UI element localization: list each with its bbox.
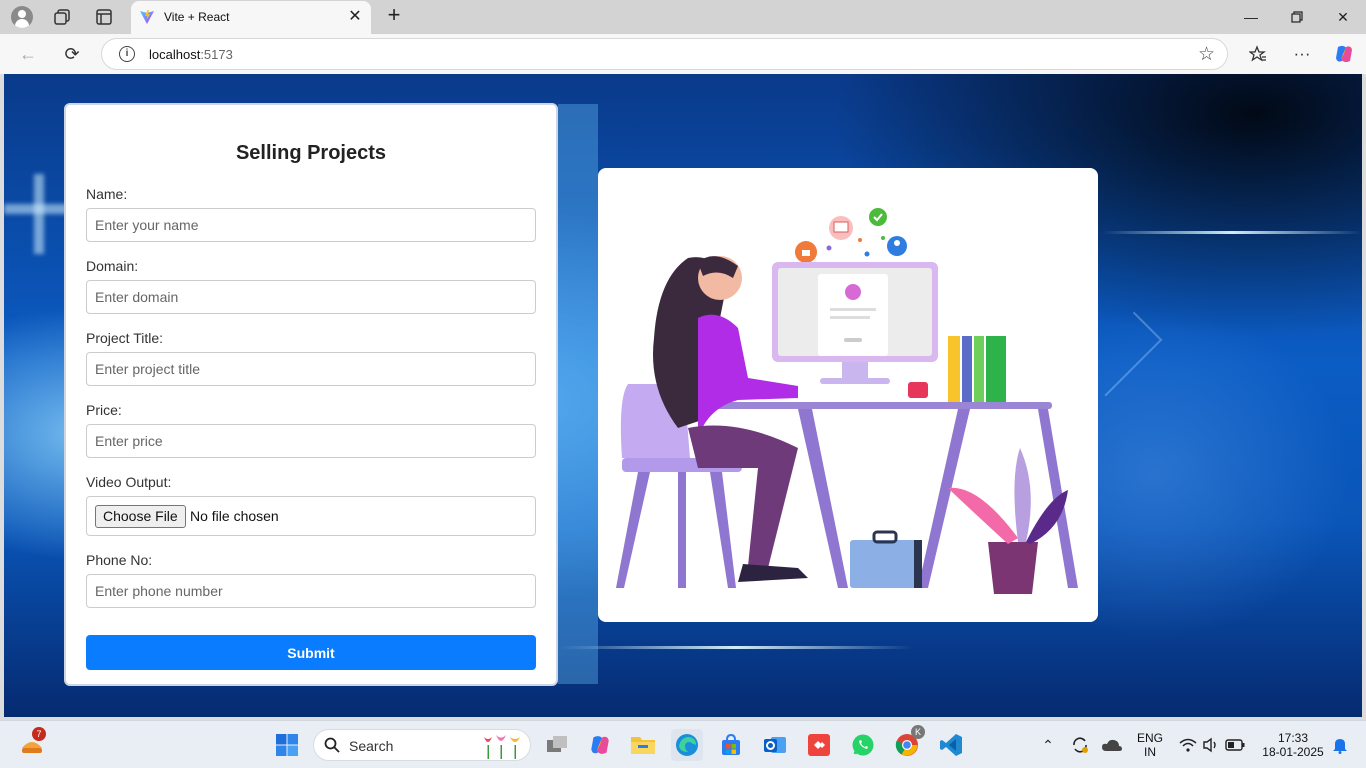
video-output-label: Video Output: — [86, 474, 172, 490]
notification-count-badge: 7 — [32, 727, 46, 741]
choose-file-button[interactable]: Choose File — [95, 505, 186, 528]
clock[interactable]: 17:33 18-01-2025 — [1255, 731, 1331, 759]
search-icon — [324, 737, 340, 753]
url-text[interactable]: localhost:5173 — [149, 47, 233, 62]
video-output-file-field: Choose File No file chosen — [86, 496, 536, 536]
profile-icon[interactable] — [10, 5, 34, 29]
file-explorer-icon[interactable] — [627, 729, 659, 761]
favorites-icon[interactable] — [1245, 42, 1271, 66]
submit-button[interactable]: Submit — [86, 635, 536, 670]
back-arrow-icon[interactable]: ← — [15, 42, 41, 66]
address-bar[interactable]: i localhost:5173 ☆ — [101, 38, 1228, 70]
taskbar-search-box[interactable]: Search — [313, 729, 531, 761]
tab-bar: Vite + React ✕ + — ✕ — [0, 0, 1366, 34]
project-title-label: Project Title: — [86, 330, 164, 346]
close-tab-icon[interactable]: ✕ — [345, 7, 365, 27]
taskbar: 7 Search K ⌃ ENG IN 17:33 18-01-2025 — [0, 720, 1366, 768]
vertical-tabs-icon[interactable] — [92, 5, 116, 29]
minimize-icon[interactable]: — — [1239, 6, 1263, 28]
phone-input[interactable] — [86, 574, 536, 608]
refresh-icon[interactable]: ⟳ — [59, 42, 85, 66]
background-glow-band — [558, 104, 598, 684]
price-label: Price: — [86, 402, 122, 418]
tulips-icon — [484, 735, 520, 759]
tab-title: Vite + React — [164, 10, 230, 24]
background-light-line — [558, 646, 913, 649]
project-title-input[interactable] — [86, 352, 536, 386]
vite-logo-icon — [140, 10, 154, 24]
copilot-taskbar-icon[interactable] — [584, 729, 616, 761]
onedrive-cloud-icon[interactable] — [1096, 729, 1128, 761]
phone-label: Phone No: — [86, 552, 153, 568]
name-label: Name: — [86, 186, 128, 202]
chrome-profile-badge: K — [911, 725, 925, 739]
whatsapp-icon[interactable] — [847, 729, 879, 761]
outlook-icon[interactable] — [759, 729, 791, 761]
close-window-icon[interactable]: ✕ — [1331, 6, 1355, 28]
vscode-icon[interactable] — [935, 729, 967, 761]
microsoft-store-icon[interactable] — [715, 729, 747, 761]
domain-label: Domain: — [86, 258, 139, 274]
form-title: Selling Projects — [235, 142, 387, 164]
background-glow — [34, 174, 44, 254]
tab-vite-react[interactable]: Vite + React ✕ — [131, 1, 371, 34]
page-viewport: Selling Projects Name: Domain: Project T… — [4, 74, 1362, 717]
search-label: Search — [349, 738, 394, 754]
show-hidden-icons-chevron-up-icon[interactable]: ⌃ — [1032, 729, 1064, 761]
task-view-icon[interactable] — [541, 729, 573, 761]
sync-icon[interactable] — [1064, 729, 1096, 761]
workspaces-icon[interactable] — [50, 5, 74, 29]
copilot-icon[interactable] — [1331, 42, 1357, 66]
address-toolbar: ← ⟳ i localhost:5173 ☆ ··· — [0, 34, 1366, 74]
start-windows-icon[interactable] — [271, 729, 303, 761]
chrome-icon[interactable]: K — [891, 725, 925, 761]
domain-input[interactable] — [86, 280, 536, 314]
more-options-icon[interactable]: ··· — [1289, 42, 1315, 66]
site-info-icon[interactable]: i — [119, 46, 135, 62]
language-indicator[interactable]: ENG IN — [1133, 731, 1167, 759]
edge-browser-icon[interactable] — [671, 729, 703, 761]
notification-bell-icon[interactable] — [1324, 729, 1356, 761]
price-input[interactable] — [86, 424, 536, 458]
woman-at-computer-illustration — [598, 168, 1098, 622]
selling-projects-form: Selling Projects Name: Domain: Project T… — [64, 103, 558, 686]
anydesk-icon[interactable] — [803, 729, 835, 761]
name-input[interactable] — [86, 208, 536, 242]
file-status-text: No file chosen — [190, 508, 279, 524]
battery-icon[interactable] — [1219, 729, 1251, 761]
background-light-line — [1102, 231, 1362, 234]
restore-icon[interactable] — [1285, 6, 1309, 28]
favorite-star-icon[interactable]: ☆ — [1198, 43, 1215, 66]
new-tab-icon[interactable]: + — [382, 4, 406, 28]
weather-widget-icon[interactable]: 7 — [16, 727, 48, 761]
